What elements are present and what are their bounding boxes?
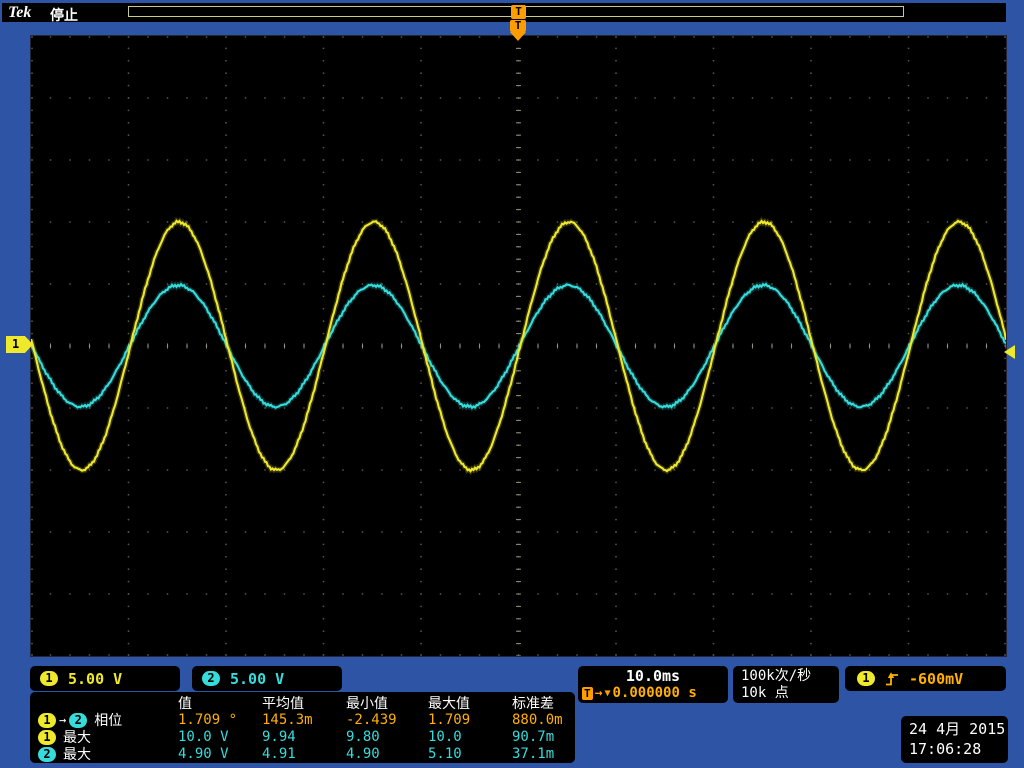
trigger-position-value: 0.000000 s xyxy=(612,685,696,701)
date-value: 24 4月 2015 xyxy=(909,719,1008,739)
measurement-row-phase: 1 → 2 相位 1.709 ° 145.3m -2.439 1.709 880… xyxy=(30,710,575,727)
ch2-max-min: 4.90 xyxy=(340,746,422,762)
measurement-name: 最大 xyxy=(63,744,91,764)
ch2-scale-readout: 2 5.00 V xyxy=(192,666,342,691)
horizontal-readout: 10.0ms T → ▼ 0.000000 s xyxy=(578,666,728,703)
ch1-scale-value: 5.00 V xyxy=(68,670,122,688)
phase-min: -2.439 xyxy=(340,712,422,728)
measurement-row-ch2-max: 2 最大 4.90 V 4.91 4.90 5.10 37.1m xyxy=(30,744,575,761)
ch1-badge: 1 xyxy=(38,730,56,745)
trigger-level-value: -600mV xyxy=(909,670,963,688)
ch2-scale-value: 5.00 V xyxy=(230,670,284,688)
ch1-max-max: 10.0 xyxy=(422,729,506,745)
trigger-flag-label: T xyxy=(510,20,526,32)
ch2-badge: 2 xyxy=(38,747,56,762)
oscilloscope-display: Tek 停止 T T 1 1 5.00 V 2 5.00 V 10.0ms T … xyxy=(0,0,1024,768)
phase-stddev: 880.0m xyxy=(506,712,575,728)
measurement-source-label: 2 最大 xyxy=(30,744,172,764)
trigger-readout: 1 -600mV xyxy=(845,666,1006,691)
right-arrow-icon: → xyxy=(595,687,603,700)
trigger-position-flag: T xyxy=(510,20,526,41)
trigger-position-marker-icon: T xyxy=(511,5,526,19)
ch2-badge: 2 xyxy=(69,713,87,728)
timebase-value: 10.0ms xyxy=(578,666,728,685)
ch2-max-stddev: 37.1m xyxy=(506,746,575,762)
trigger-marker-mini-icon: T xyxy=(582,687,593,700)
waveform-canvas xyxy=(31,36,1006,656)
ch2-max-max: 5.10 xyxy=(422,746,506,762)
measurements-header-row: 值 平均值 最小值 最大值 标准差 xyxy=(30,693,575,710)
header-max: 最大值 xyxy=(422,693,506,713)
trigger-flag-arrow-icon xyxy=(510,32,526,41)
ch1-scale-readout: 1 5.00 V xyxy=(30,666,180,691)
header-value: 值 xyxy=(172,693,256,713)
header-mean: 平均值 xyxy=(256,693,340,713)
phase-max: 1.709 xyxy=(422,712,506,728)
right-arrow-icon: → xyxy=(59,713,66,727)
ch1-max-value: 10.0 V xyxy=(172,729,256,745)
ch1-badge: 1 xyxy=(40,671,58,686)
phase-mean: 145.3m xyxy=(256,712,340,728)
acquisition-status: 停止 xyxy=(50,5,78,25)
ch1-badge: 1 xyxy=(38,713,56,728)
measurement-row-ch1-max: 1 最大 10.0 V 9.94 9.80 10.0 90.7m xyxy=(30,727,575,744)
ch2-max-value: 4.90 V xyxy=(172,746,256,762)
down-triangle-icon: ▼ xyxy=(604,687,610,700)
ch1-max-mean: 9.94 xyxy=(256,729,340,745)
ch1-max-min: 9.80 xyxy=(340,729,422,745)
record-length-value: 10k 点 xyxy=(741,685,839,702)
measurements-panel: 值 平均值 最小值 最大值 标准差 1 → 2 相位 1.709 ° 145.3… xyxy=(30,692,575,763)
datetime-readout: 24 4月 2015 17:06:28 xyxy=(901,716,1008,763)
acquisition-readout: 100k次/秒 10k 点 xyxy=(733,666,839,703)
tek-logo: Tek xyxy=(8,4,31,22)
header-min: 最小值 xyxy=(340,693,422,713)
trigger-position-readout: T → ▼ 0.000000 s xyxy=(578,685,728,701)
trigger-level-arrow-icon xyxy=(1004,345,1015,359)
rising-edge-icon xyxy=(885,671,899,687)
trigger-source-badge: 1 xyxy=(857,671,875,686)
header-stddev: 标准差 xyxy=(506,693,575,713)
time-value: 17:06:28 xyxy=(909,739,1008,759)
graticule xyxy=(30,35,1007,657)
ch1-max-stddev: 90.7m xyxy=(506,729,575,745)
top-status-bar: Tek 停止 T xyxy=(2,3,1006,22)
ch2-badge: 2 xyxy=(202,671,220,686)
phase-value: 1.709 ° xyxy=(172,712,256,728)
ch2-max-mean: 4.91 xyxy=(256,746,340,762)
sample-rate-value: 100k次/秒 xyxy=(741,668,839,685)
ch1-ground-marker: 1 xyxy=(6,336,33,353)
